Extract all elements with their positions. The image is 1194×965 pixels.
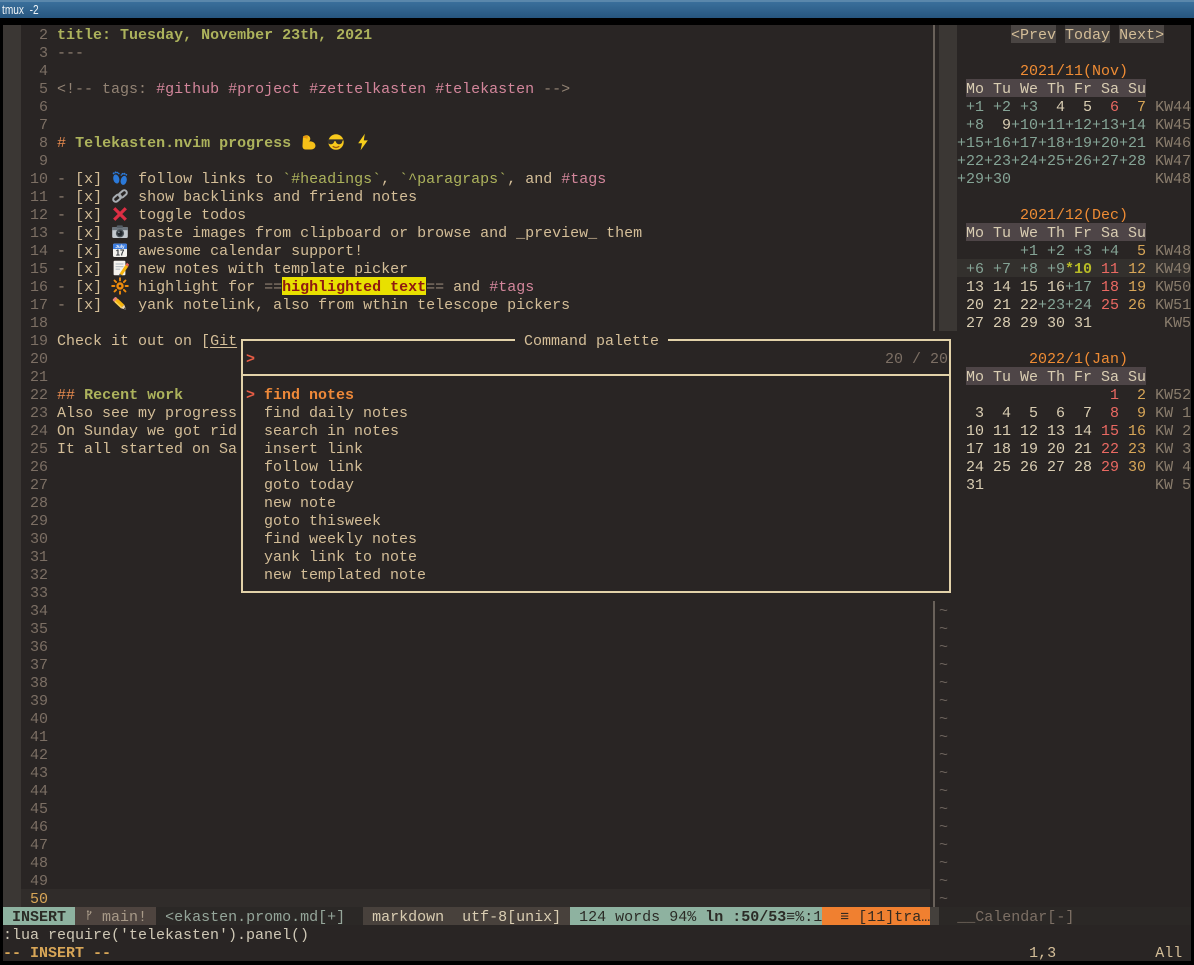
svg-text:17: 17 (116, 249, 125, 258)
